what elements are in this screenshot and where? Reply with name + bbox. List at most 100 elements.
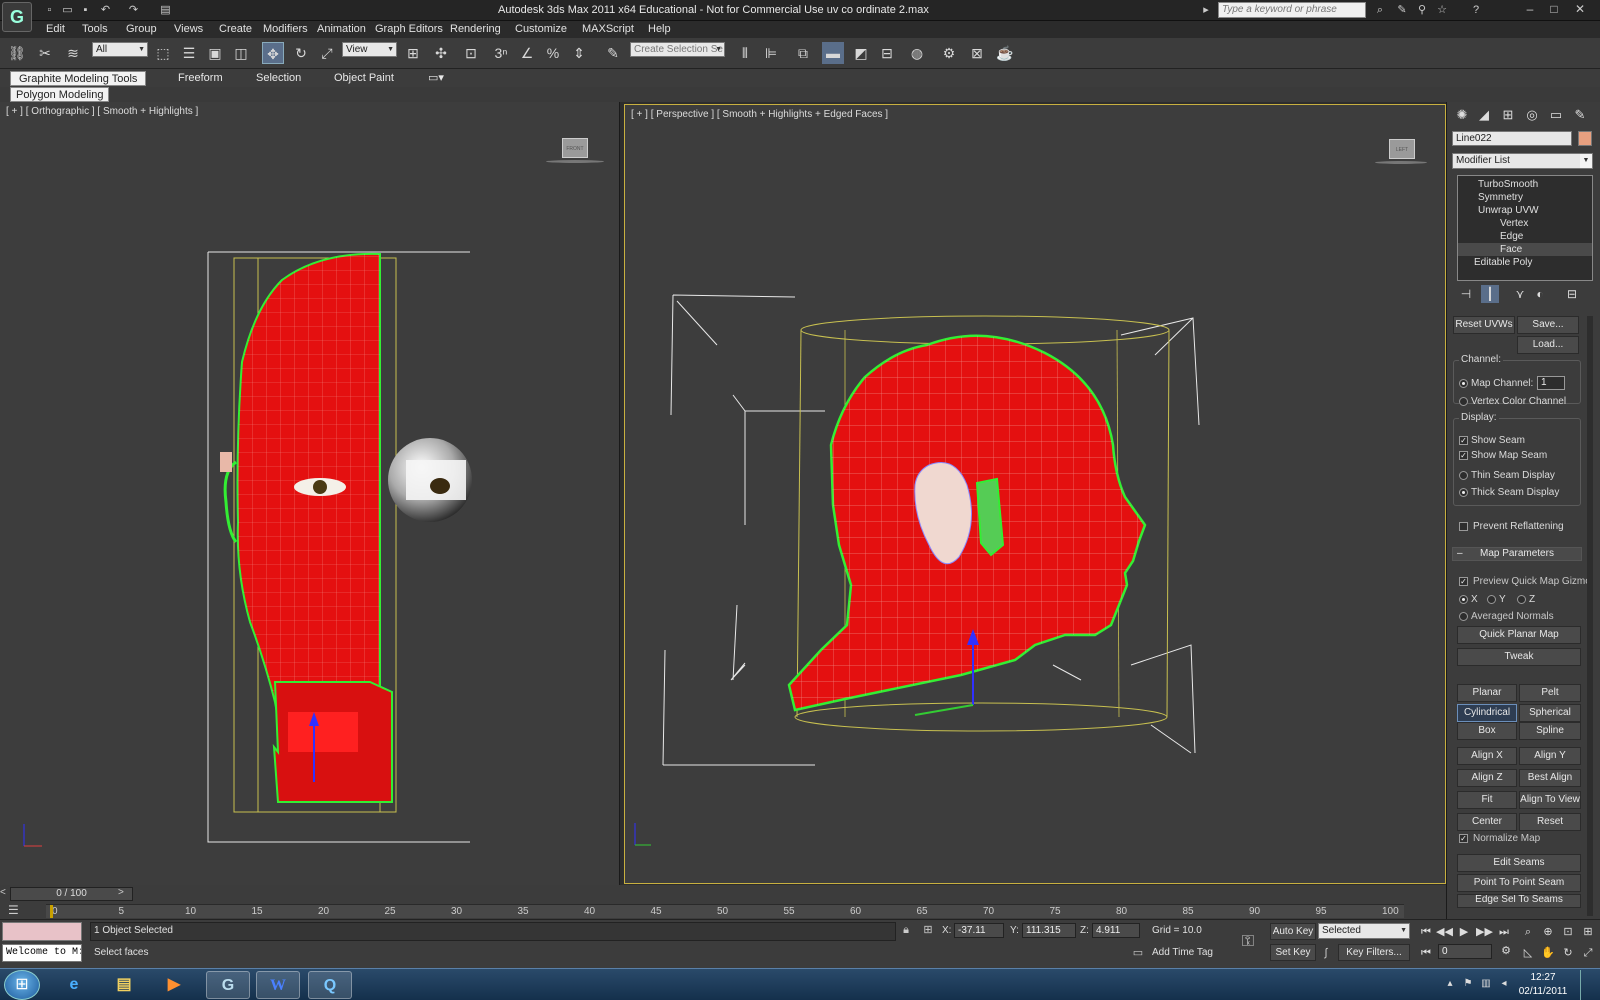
menu-customize[interactable]: Customize [515,23,567,35]
spinner-snap-icon[interactable]: ⇕ [568,42,590,64]
stack-item-unwrap-uvw[interactable]: Unwrap UVW [1458,204,1592,217]
stack-item-turbosmooth[interactable]: TurboSmooth [1458,178,1592,191]
time-slider[interactable]: 0 / 100 [10,887,133,901]
select-and-move-icon[interactable]: ✥ [262,42,284,64]
reset-uvws-button[interactable]: Reset UVWs [1453,316,1515,334]
select-by-name-icon[interactable]: ☰ [178,42,200,64]
tray-network-icon[interactable]: ▥ [1480,978,1492,990]
time-configuration-icon[interactable]: ⚙ [1498,944,1514,958]
word-taskbar-icon[interactable]: W [256,971,300,999]
edge-sel-to-seams-button[interactable]: Edge Sel To Seams [1457,894,1581,908]
align-z-button[interactable]: Align Z [1457,769,1517,787]
go-to-start-icon[interactable]: ⏮ [1418,925,1434,939]
maximize-button[interactable]: □ [1544,1,1564,18]
file-explorer-icon[interactable]: ▤ [102,971,146,999]
menu-edit[interactable]: Edit [46,23,65,35]
previous-frame-icon[interactable]: ◀◀ [1436,925,1453,939]
viewport-orthographic[interactable]: [ + ] [ Orthographic ] [ Smooth + Highli… [0,102,620,885]
axis-x-radio[interactable] [1459,595,1468,604]
play-icon[interactable]: ▶ [1456,925,1472,939]
spherical-button[interactable]: Spherical [1519,704,1581,722]
time-slider-prev-icon[interactable]: < [0,887,10,901]
schematic-view-icon[interactable]: ⊟ [876,42,898,64]
best-align-button[interactable]: Best Align [1519,769,1581,787]
axis-y-radio[interactable] [1487,595,1496,604]
z-coord-field[interactable]: 4.911 [1092,923,1140,938]
render-setup-icon[interactable]: ⚙ [938,42,960,64]
make-unique-icon[interactable]: ⋎ [1511,285,1529,303]
pivot-center-icon[interactable]: ⊞ [402,42,424,64]
selection-lock-icon[interactable]: 🔒︎ [898,923,914,938]
next-frame-icon[interactable]: ▶▶ [1476,925,1493,939]
tab-freeform[interactable]: Freeform [170,71,231,86]
viewport-perspective[interactable]: [ + ] [ Perspective ] [ Smooth + Highlig… [624,104,1446,884]
absolute-mode-icon[interactable]: ⊞ [920,923,936,938]
align-icon[interactable]: ⊫ [760,42,782,64]
media-player-icon[interactable]: ▶ [152,971,196,999]
menu-tools[interactable]: Tools [82,23,108,35]
tray-arrow-icon[interactable]: ▴ [1444,978,1456,990]
tab-graphite-modeling-tools[interactable]: Graphite Modeling Tools [10,71,147,86]
internet-explorer-icon[interactable]: e [52,971,96,999]
minimize-button[interactable]: – [1520,1,1540,18]
object-name-field[interactable]: Line022 [1452,131,1572,146]
system-clock[interactable]: 12:27 02/11/2011 [1518,971,1568,999]
tweak-button[interactable]: Tweak [1457,648,1581,666]
utilities-tab-icon[interactable]: ✎ [1571,106,1589,124]
go-to-end-icon[interactable]: ⏭ [1496,925,1512,939]
tray-flag-icon[interactable]: ⚑ [1462,978,1474,990]
window-crossing-icon[interactable]: ◫ [230,42,252,64]
set-key-mode-key-icon[interactable]: ⚿ [1240,934,1256,950]
panel-polygon-modeling[interactable]: Polygon Modeling [10,87,110,102]
hierarchy-tab-icon[interactable]: ⊞ [1499,106,1517,124]
pelt-button[interactable]: Pelt [1519,684,1581,702]
orbit-icon[interactable]: ↻ [1560,946,1576,960]
timeline-track[interactable]: 0 5 10 15 20 25 30 35 40 45 50 55 60 65 70 75 80 85 90 95 10… [46,904,1404,918]
project-folder-icon[interactable]: ▤ [158,3,173,17]
show-map-seam-checkbox[interactable]: ✓ [1459,451,1468,460]
modifier-list-dropdown[interactable]: Modifier List [1452,153,1593,169]
material-editor-icon[interactable]: ◍ [906,42,928,64]
edit-seams-button[interactable]: Edit Seams [1457,854,1581,872]
default-in-out-tangents-icon[interactable]: ∫ [1318,946,1334,961]
load-uvw-button[interactable]: Load... [1517,336,1579,354]
tab-object-paint[interactable]: Object Paint [326,71,402,86]
time-tag-icon[interactable]: ▭ [1130,946,1146,961]
show-end-result-icon[interactable]: ┃ [1481,285,1499,303]
menu-animation[interactable]: Animation [317,23,366,35]
align-y-button[interactable]: Align Y [1519,747,1581,765]
binoculars-icon[interactable]: ⌕ [1372,3,1388,18]
show-seam-checkbox[interactable]: ✓ [1459,436,1468,445]
3ds-max-taskbar-icon[interactable]: G [206,971,250,999]
communication-center-icon[interactable]: ⚲ [1414,3,1430,18]
new-file-icon[interactable]: ▫ [42,3,57,17]
layer-manager-icon[interactable]: ⧉ [792,42,814,64]
zoom-icon[interactable]: ⌕ [1520,925,1536,939]
y-coord-field[interactable]: 111.315 [1022,923,1076,938]
add-time-tag[interactable]: Add Time Tag [1152,947,1213,958]
reference-coordinate-dropdown[interactable]: View [342,42,397,57]
tray-volume-icon[interactable]: ◂ [1498,978,1510,990]
close-button[interactable]: ✕ [1570,1,1590,18]
menu-rendering[interactable]: Rendering [450,23,501,35]
command-panel-scrollbar[interactable] [1587,316,1593,916]
x-coord-field[interactable]: -37.11 [954,923,1004,938]
open-file-icon[interactable]: ▭ [60,3,75,17]
thin-seam-radio[interactable] [1459,471,1468,480]
auto-key-button[interactable]: Auto Key [1270,923,1316,940]
current-time-marker[interactable] [50,905,53,918]
time-slider-next-icon[interactable]: > [118,887,130,901]
quick-planar-map-button[interactable]: Quick Planar Map [1457,626,1581,644]
maxscript-listener-white[interactable]: Welcome to M: [2,944,82,962]
rendered-frame-window-icon[interactable]: ⊠ [966,42,988,64]
cylindrical-button[interactable]: Cylindrical [1457,704,1517,722]
set-key-button[interactable]: Set Key [1270,944,1316,961]
infocenter-search-input[interactable]: Type a keyword or phrase [1218,2,1366,18]
undo-icon[interactable]: ↶ [98,3,113,17]
reset-gizmo-button[interactable]: Reset [1519,813,1581,831]
zoom-all-icon[interactable]: ⊕ [1540,925,1556,939]
show-desktop-button[interactable] [1580,970,1594,1000]
redo-icon[interactable]: ↷ [126,3,141,17]
menu-group[interactable]: Group [126,23,157,35]
normalize-map-checkbox[interactable]: ✓ [1459,834,1468,843]
